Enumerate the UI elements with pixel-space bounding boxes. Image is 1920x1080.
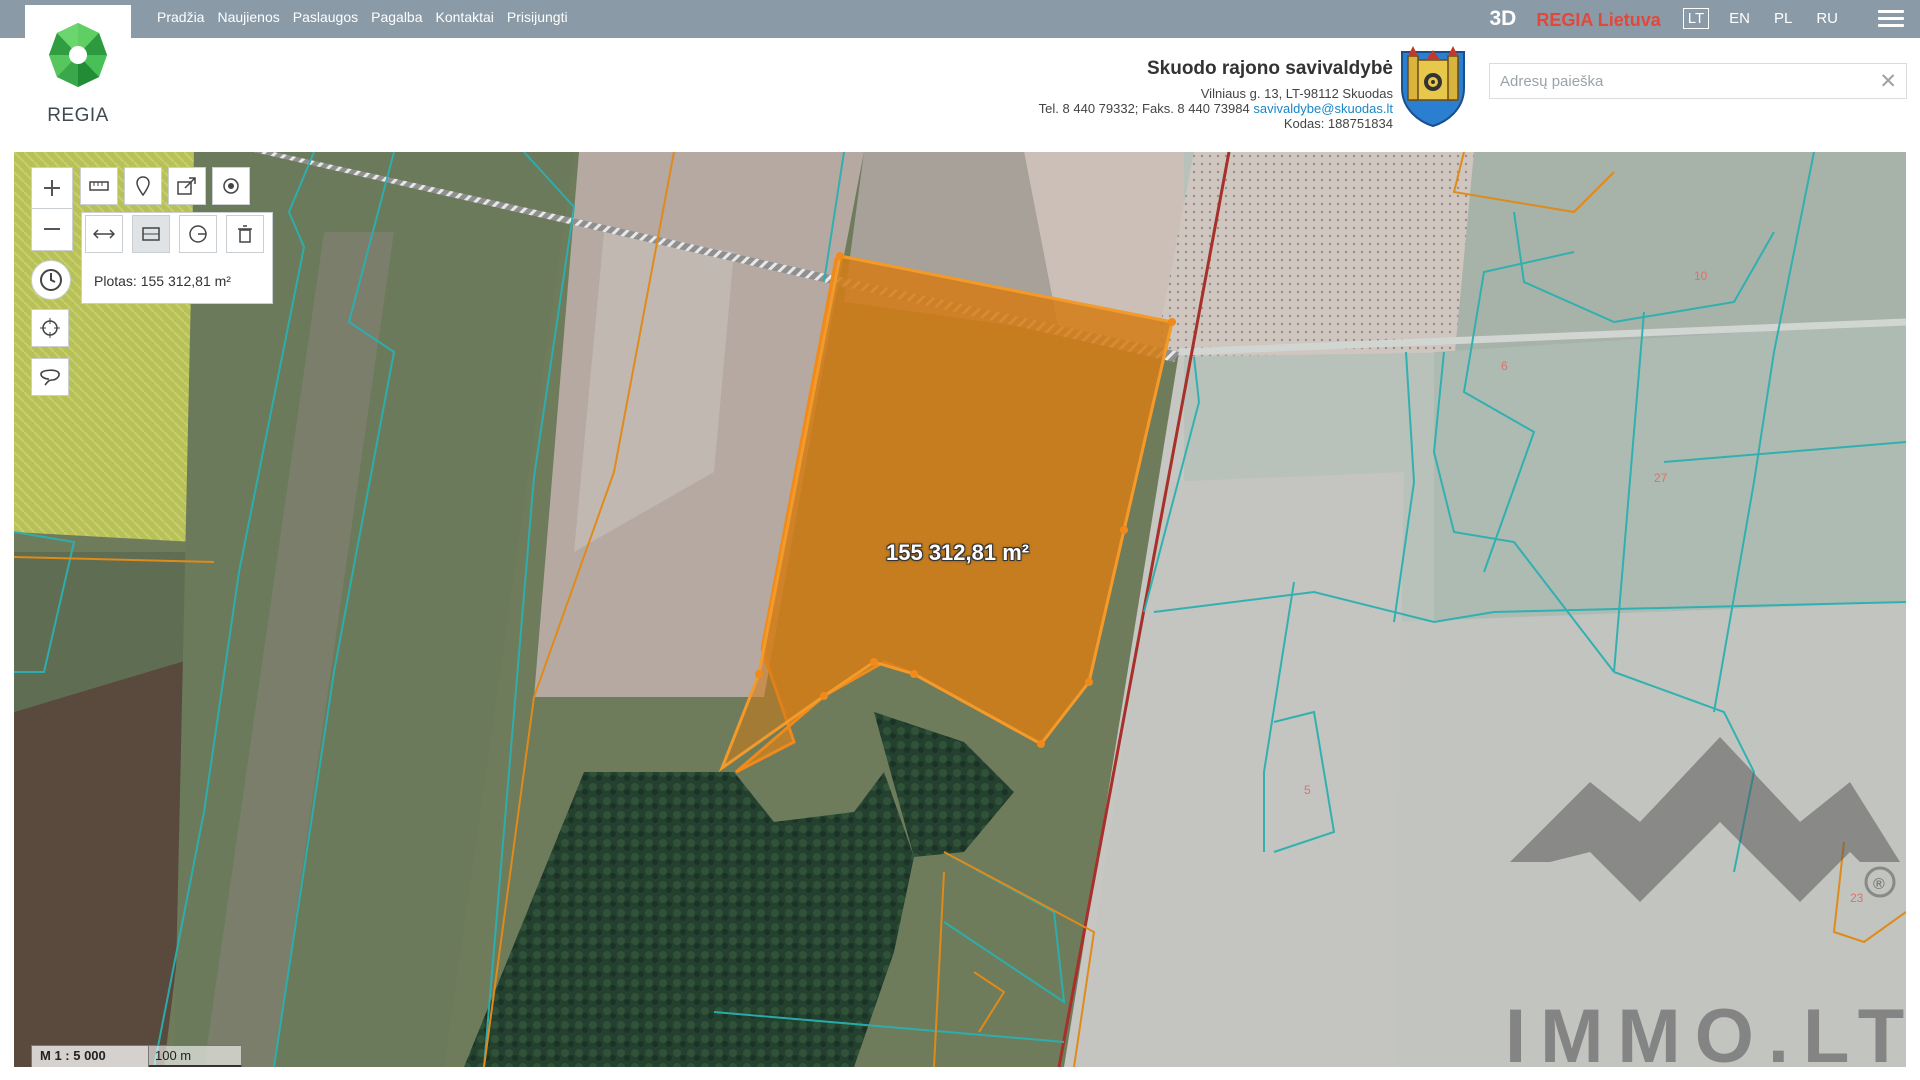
close-icon[interactable]: ✕ [1879,69,1897,94]
coat-of-arms-icon [1401,46,1465,128]
parcel-number: 10 [1694,269,1708,283]
3d-button[interactable]: 3D [1490,7,1517,31]
trash-icon[interactable] [226,215,264,253]
municipality-name: Skuodo rajono savivaldybė [1146,58,1393,79]
parcel-number: 5 [1304,783,1311,797]
parcel-number: 27 [1654,471,1668,485]
regia-lietuva-link[interactable]: REGIA Lietuva [1536,10,1660,31]
zoom-control [31,167,73,251]
measure-area-icon[interactable] [132,215,170,253]
location-pin-icon[interactable] [124,167,162,205]
nav-pagalba[interactable]: Pagalba [371,9,422,25]
nav-paslaugos[interactable]: Paslaugos [293,9,358,25]
nav-prisijungti[interactable]: Prisijungti [507,9,568,25]
top-right-controls: 3D REGIA Lietuva LT EN PL RU [1490,6,1904,31]
aerial-map[interactable]: 10 6 27 5 23 [14,152,1906,1067]
zoom-out-button[interactable] [32,209,72,249]
scale-ratio: M 1 : 5 000 [31,1045,149,1067]
parcel-number: 6 [1501,359,1508,373]
area-label: 155 312,81 m² [886,540,1030,565]
crosshair-icon[interactable] [31,309,69,347]
lasso-icon[interactable] [31,358,69,396]
regia-logo[interactable]: REGIA [25,5,131,126]
parcel-number: 23 [1850,891,1864,905]
lang-ru[interactable]: RU [1812,9,1842,28]
address-search: ✕ [1489,63,1907,99]
nav-pradzia[interactable]: Pradžia [157,9,204,25]
measure-panel: Plotas: 155 312,81 m² [81,212,273,304]
lang-en[interactable]: EN [1725,9,1754,28]
municipality-contacts: Tel. 8 440 79332; Faks. 8 440 73984 savi… [1039,101,1393,116]
regia-logo-icon [49,23,107,87]
measure-radius-icon[interactable] [179,215,217,253]
logo-text: REGIA [47,105,109,126]
nav-kontaktai[interactable]: Kontaktai [436,9,494,25]
municipality-address: Vilniaus g. 13, LT-98112 Skuodas [1200,86,1393,101]
zoom-in-button[interactable] [32,168,72,208]
measure-distance-icon[interactable] [85,215,123,253]
municipality-info: Skuodo rajono savivaldybė Vilniaus g. 13… [1039,58,1393,131]
map-view[interactable]: 10 6 27 5 23 Plotas: 155 312,81 m² 155 3… [14,152,1906,1067]
history-icon[interactable] [31,260,71,300]
hamburger-menu-icon[interactable] [1878,6,1904,31]
nav-naujienos[interactable]: Naujienos [217,9,279,25]
lang-pl[interactable]: PL [1770,9,1796,28]
scale-bar: M 1 : 5 000 100 m [31,1045,242,1067]
target-icon[interactable] [212,167,250,205]
email-link[interactable]: savivaldybe@skuodas.lt [1253,101,1393,116]
ruler-icon[interactable] [80,167,118,205]
main-nav: Pradžia Naujienos Paslaugos Pagalba Kont… [157,9,568,25]
scale-distance: 100 m [149,1045,242,1067]
top-bar: Pradžia Naujienos Paslaugos Pagalba Kont… [0,0,1920,38]
lang-lt[interactable]: LT [1682,8,1710,29]
share-icon[interactable] [168,167,206,205]
phone-fax: Tel. 8 440 79332; Faks. 8 440 73984 [1038,101,1250,116]
search-input[interactable] [1498,64,1872,98]
municipality-code: Kodas: 188751834 [1283,116,1393,131]
measure-result: Plotas: 155 312,81 m² [94,273,231,289]
